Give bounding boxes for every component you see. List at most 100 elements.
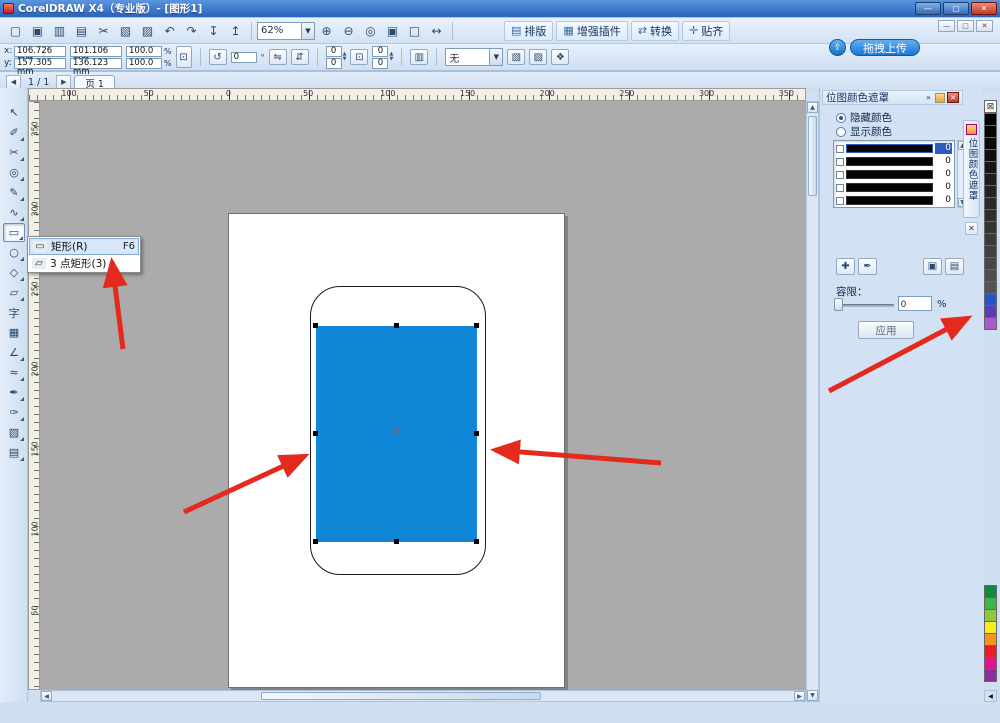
no-color-swatch[interactable]: ⊠ — [984, 100, 997, 113]
horizontal-scrollbar[interactable]: ◀ ▶ — [40, 690, 806, 702]
tolerance-slider-handle[interactable] — [834, 298, 843, 311]
open-icon[interactable]: ▣ — [27, 21, 48, 41]
chevron-down-icon[interactable]: ▼ — [301, 23, 314, 39]
mask-color-row[interactable]: 0 — [835, 181, 953, 194]
rotation-angle-field[interactable]: 0 — [231, 52, 257, 63]
flyout-item-3point-rectangle[interactable]: ▱ 3 点矩形(3) — [29, 255, 139, 271]
mask-color-row[interactable]: 0 — [835, 168, 953, 181]
basic-shapes-tool[interactable]: ▱ — [3, 283, 25, 302]
next-page-button[interactable]: ▶ — [56, 75, 71, 89]
selection-handle[interactable] — [313, 431, 318, 436]
selection-handle[interactable] — [474, 323, 479, 328]
convert-curves-button[interactable]: ❖ — [551, 49, 569, 65]
horizontal-scroll-thumb[interactable] — [261, 692, 541, 700]
selection-handle[interactable] — [313, 323, 318, 328]
horizontal-ruler[interactable]: 10050050100150200250300350 — [28, 88, 806, 101]
toolbar-group-button[interactable]: ⇄ 转换 — [631, 21, 679, 41]
corner-radius-field[interactable]: 0 — [326, 58, 342, 69]
mask-color-row[interactable]: 0 — [835, 194, 953, 207]
width-field[interactable]: 101.106 mm — [70, 46, 122, 57]
blend-tool[interactable]: ≈ — [3, 363, 25, 382]
smart-drawing-tool[interactable]: ∿ — [3, 203, 25, 222]
spinner-icon[interactable]: ▲▼ — [343, 52, 347, 62]
scroll-down-icon[interactable]: ▼ — [807, 690, 818, 701]
chevron-down-icon[interactable]: ▼ — [489, 49, 502, 65]
doc-close-button[interactable]: ✕ — [976, 20, 993, 32]
selection-handle[interactable] — [474, 431, 479, 436]
toolbar-group-button[interactable]: ▤ 排版 — [504, 21, 553, 41]
to-front-button[interactable]: ▧ — [507, 49, 525, 65]
mirror-horizontal-button[interactable]: ⇋ — [269, 49, 287, 65]
toolbar-group-button[interactable]: ▦ 增强插件 — [556, 21, 627, 41]
eyedropper-icon[interactable]: ✒ — [858, 258, 877, 275]
close-button[interactable]: ✕ — [971, 2, 997, 15]
corner-radius-field[interactable]: 0 — [326, 46, 342, 57]
mask-row-checkbox[interactable] — [836, 184, 844, 192]
corner-lock-button[interactable]: ⊡ — [350, 49, 368, 65]
shape-tool[interactable]: ✐ — [3, 123, 25, 142]
ellipse-tool[interactable]: ○ — [3, 243, 25, 262]
upload-logo-icon[interactable]: ⇪ — [829, 39, 846, 56]
scale-x-field[interactable]: 100.0 — [126, 46, 162, 57]
eyedropper-tool[interactable]: ✒ — [3, 383, 25, 402]
corner-radius-field[interactable]: 0 — [372, 46, 388, 57]
y-position-field[interactable]: 157.305 mm — [14, 58, 66, 69]
fill-tool[interactable]: ▨ — [3, 423, 25, 442]
zoom-selection-icon[interactable]: ▣ — [382, 21, 403, 41]
corner-radius-field[interactable]: 0 — [372, 58, 388, 69]
minimize-button[interactable]: — — [915, 2, 941, 15]
palette-color-swatch[interactable] — [984, 317, 997, 330]
mask-color-row[interactable]: 0 — [835, 155, 953, 168]
docker-tab[interactable]: 位图颜色遮罩 — [963, 120, 980, 218]
drawing-canvas[interactable]: ✕ — [40, 101, 806, 690]
maximize-button[interactable]: ▢ — [943, 2, 969, 15]
outline-width-combo[interactable]: 无 ▼ — [445, 48, 503, 66]
mirror-vertical-button[interactable]: ⇵ — [291, 49, 309, 65]
outline-pen-tool[interactable]: ✑ — [3, 403, 25, 422]
undo-icon[interactable]: ↶ — [159, 21, 180, 41]
selection-handle[interactable] — [394, 539, 399, 544]
table-tool[interactable]: ▦ — [3, 323, 25, 342]
selection-handle[interactable] — [313, 539, 318, 544]
height-field[interactable]: 136.123 mm — [70, 58, 122, 69]
mask-color-row[interactable]: 0 — [835, 142, 953, 155]
vertical-scroll-thumb[interactable] — [808, 116, 817, 196]
apply-button[interactable]: 应用 — [858, 321, 914, 339]
zoom-in-icon[interactable]: ⊕ — [316, 21, 337, 41]
tolerance-slider[interactable] — [836, 304, 894, 307]
scroll-up-icon[interactable]: ▲ — [807, 102, 818, 113]
show-colors-radio[interactable]: 显示颜色 — [836, 124, 892, 139]
import-icon[interactable]: ↧ — [203, 21, 224, 41]
magic-wand-icon[interactable]: ✚ — [836, 258, 855, 275]
mask-row-checkbox[interactable] — [836, 158, 844, 166]
mask-row-checkbox[interactable] — [836, 197, 844, 205]
cut-icon[interactable]: ✂ — [93, 21, 114, 41]
scale-y-field[interactable]: 100.0 — [126, 58, 162, 69]
docker-tab-close-icon[interactable]: ✕ — [965, 222, 978, 235]
doc-restore-button[interactable]: ▢ — [957, 20, 974, 32]
text-tool[interactable]: 字 — [3, 303, 25, 322]
hide-colors-radio[interactable]: 隐藏颜色 — [836, 110, 892, 125]
palette-color-swatch[interactable] — [984, 669, 997, 682]
print-icon[interactable]: ▤ — [71, 21, 92, 41]
drag-upload-button[interactable]: 拖拽上传 — [850, 39, 920, 56]
crop-tool[interactable]: ✂ — [3, 143, 25, 162]
selection-handle[interactable] — [474, 539, 479, 544]
previous-page-button[interactable]: ◀ — [6, 75, 21, 89]
zoom-tool[interactable]: ◎ — [3, 163, 25, 182]
zoom-page-icon[interactable]: □ — [404, 21, 425, 41]
selection-handle[interactable] — [394, 323, 399, 328]
save-icon[interactable]: ▥ — [49, 21, 70, 41]
zoom-width-icon[interactable]: ↔ — [426, 21, 447, 41]
scroll-left-icon[interactable]: ◀ — [41, 691, 52, 701]
tolerance-input[interactable] — [898, 296, 932, 311]
pick-tool[interactable]: ↖ — [3, 103, 25, 122]
wrap-text-button[interactable]: ▥ — [410, 49, 428, 65]
copy-icon[interactable]: ▧ — [115, 21, 136, 41]
toolbar-group-button[interactable]: ✛ 贴齐 — [682, 21, 730, 41]
zoom-actual-icon[interactable]: ◎ — [360, 21, 381, 41]
lock-ratio-button[interactable]: ⊡ — [176, 46, 192, 68]
zoom-level-combo[interactable]: 62% ▼ — [257, 22, 315, 40]
zoom-out-icon[interactable]: ⊖ — [338, 21, 359, 41]
palette-expand-icon[interactable]: ◀ — [984, 690, 997, 702]
